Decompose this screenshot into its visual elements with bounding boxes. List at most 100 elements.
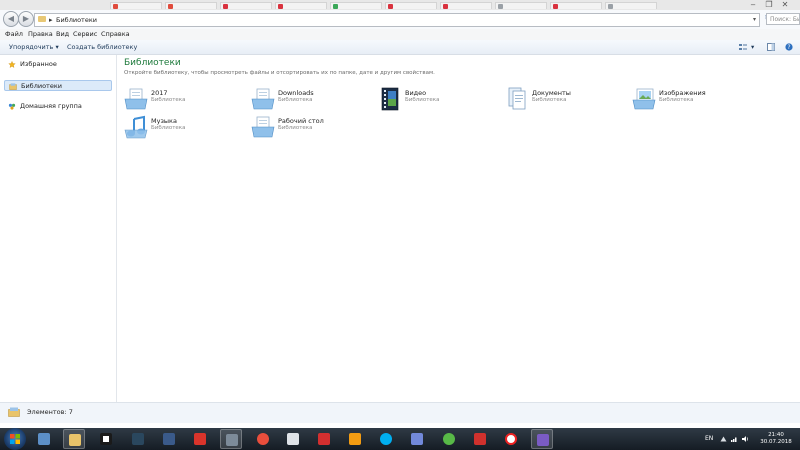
- nav-favorites-label: Избранное: [20, 60, 57, 68]
- organize-button[interactable]: Упорядочить ▾: [9, 40, 59, 54]
- unity-dark-icon[interactable]: [158, 429, 180, 449]
- steam-icon[interactable]: [127, 429, 149, 449]
- maximize-button[interactable]: ❐: [762, 0, 776, 9]
- background-tab[interactable]: [165, 2, 217, 9]
- skype-icon[interactable]: [375, 429, 397, 449]
- clock-date: 30.07.2018: [760, 439, 792, 445]
- background-tab[interactable]: [605, 2, 657, 9]
- menu-bar: Файл Правка Вид Сервис Справка: [0, 29, 800, 40]
- library-name: Музыка: [151, 117, 177, 125]
- library-item[interactable]: Видео Библиотека: [378, 87, 498, 111]
- computer-icon[interactable]: [33, 429, 55, 449]
- view-options-icon[interactable]: [739, 43, 747, 51]
- forward-button[interactable]: ▶: [18, 11, 34, 27]
- chrome-like-icon[interactable]: [252, 429, 274, 449]
- explorer-icon[interactable]: [63, 429, 85, 449]
- breadcrumb[interactable]: Библиотеки: [56, 14, 97, 26]
- language-indicator[interactable]: EN: [705, 428, 713, 450]
- search-input[interactable]: Поиск: Биб...: [766, 13, 800, 25]
- nav-homegroup-label: Домашняя группа: [20, 102, 82, 110]
- background-tab[interactable]: [550, 2, 602, 9]
- tab-favicon-icon: [168, 4, 173, 9]
- discord-icon[interactable]: [406, 429, 428, 449]
- item-count: Элементов: 7: [27, 408, 73, 416]
- library-kind: Библиотека: [151, 97, 186, 103]
- unity-icon[interactable]: [282, 429, 304, 449]
- menu-tools[interactable]: Сервис: [73, 29, 97, 40]
- nav-homegroup[interactable]: Домашняя группа: [4, 101, 112, 112]
- nav-libraries-label: Библиотеки: [21, 82, 62, 90]
- background-tab[interactable]: [330, 2, 382, 9]
- start-button[interactable]: [4, 428, 26, 450]
- address-bar[interactable]: ▸ Библиотеки ▾: [34, 13, 760, 27]
- documents-library-icon: [508, 87, 526, 110]
- tab-favicon-icon: [223, 4, 228, 9]
- library-name: Видео: [405, 89, 427, 97]
- libraries-view: Библиотеки Откройте библиотеку, чтобы пр…: [117, 55, 800, 402]
- breadcrumb-arrow-icon[interactable]: ▸: [49, 14, 53, 26]
- menu-file[interactable]: Файл: [5, 29, 23, 40]
- library-item[interactable]: Музыка Библиотека: [124, 115, 244, 139]
- library-name: 2017: [151, 89, 168, 97]
- back-button[interactable]: ◀: [3, 11, 19, 27]
- fl-studio-icon[interactable]: [344, 429, 366, 449]
- library-item[interactable]: Рабочий стол Библиотека: [251, 115, 371, 139]
- library-item[interactable]: 2017 Библиотека: [124, 87, 244, 111]
- preview-pane-icon[interactable]: [767, 43, 775, 51]
- music-library-icon: [124, 115, 148, 139]
- volume-icon[interactable]: [742, 436, 749, 442]
- utorrent-icon[interactable]: [438, 429, 460, 449]
- background-tab[interactable]: [275, 2, 327, 9]
- tab-favicon-icon: [333, 4, 338, 9]
- tray-up-arrow-icon[interactable]: [720, 436, 727, 442]
- video-library-icon: [381, 87, 399, 111]
- pictures-library-icon: [632, 88, 656, 110]
- library-item[interactable]: Изображения Библиотека: [632, 87, 752, 111]
- homegroup-icon: [8, 103, 16, 110]
- nav-libraries[interactable]: Библиотеки: [4, 80, 112, 91]
- menu-edit[interactable]: Правка: [28, 29, 53, 40]
- nav-favorites[interactable]: Избранное: [4, 59, 112, 70]
- library-item[interactable]: Документы Библиотека: [505, 87, 625, 111]
- close-button[interactable]: ✕: [778, 0, 792, 9]
- library-name: Документы: [532, 89, 571, 97]
- library-kind: Библиотека: [278, 97, 313, 103]
- page-title: Библиотеки: [124, 58, 181, 68]
- red-app-icon[interactable]: [313, 429, 335, 449]
- star-icon: [8, 61, 16, 68]
- tab-favicon-icon: [278, 4, 283, 9]
- address-row: ◀ ▶ ▸ Библиотеки ▾ ↻ Поиск: Биб...: [0, 10, 800, 30]
- app-red-icon[interactable]: [189, 429, 211, 449]
- library-item[interactable]: Downloads Библиотека: [251, 87, 371, 111]
- roblox-icon[interactable]: [95, 429, 117, 449]
- menu-help[interactable]: Справка: [101, 29, 130, 40]
- background-tab[interactable]: [495, 2, 547, 9]
- background-tab[interactable]: [440, 2, 492, 9]
- yandex-icon[interactable]: [500, 429, 522, 449]
- purple-app-icon[interactable]: [531, 429, 553, 449]
- tab-favicon-icon: [113, 4, 118, 9]
- new-library-button[interactable]: Создать библиотеку: [67, 40, 137, 54]
- command-bar: Упорядочить ▾ Создать библиотеку ▾ ?: [0, 40, 800, 55]
- windows-logo-icon: [10, 434, 20, 444]
- download-icon[interactable]: [469, 429, 491, 449]
- clock-time: 21:40: [768, 432, 784, 438]
- library-kind: Библиотека: [405, 97, 440, 103]
- tab-favicon-icon: [443, 4, 448, 9]
- background-tab[interactable]: [385, 2, 437, 9]
- video-editor-icon[interactable]: [220, 429, 242, 449]
- view-dropdown-icon[interactable]: ▾: [751, 40, 754, 54]
- background-tab[interactable]: [220, 2, 272, 9]
- libraries-icon: [8, 407, 20, 417]
- background-tab[interactable]: [110, 2, 162, 9]
- navigation-pane: Избранное Библиотеки Домашняя группа: [0, 55, 117, 402]
- library-kind: Библиотека: [278, 125, 313, 131]
- library-name: Downloads: [278, 89, 314, 97]
- menu-view[interactable]: Вид: [56, 29, 69, 40]
- help-icon[interactable]: ?: [785, 43, 793, 51]
- network-icon[interactable]: [731, 436, 738, 442]
- chevron-down-icon[interactable]: ▾: [753, 14, 756, 26]
- clock[interactable]: 21:40 30.07.2018: [758, 432, 794, 446]
- tab-favicon-icon: [498, 4, 503, 9]
- minimize-button[interactable]: ‒: [746, 0, 760, 9]
